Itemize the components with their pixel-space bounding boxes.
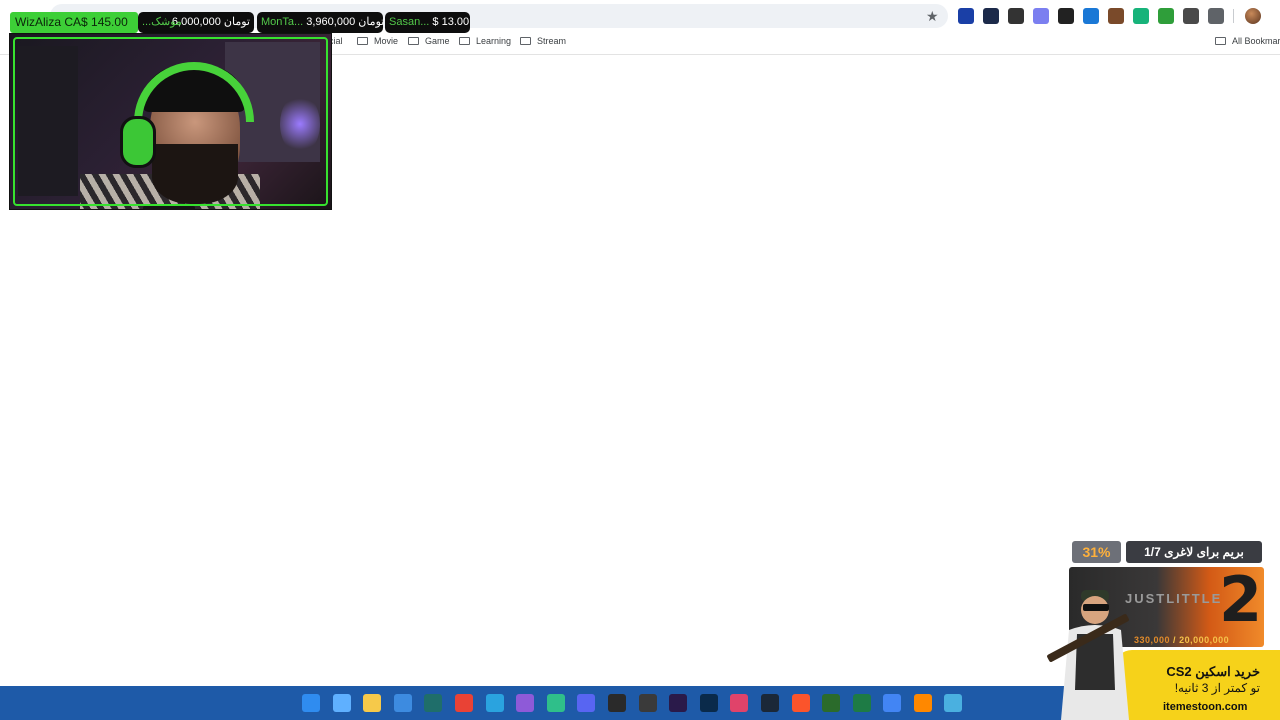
bookmark-label: Learning	[476, 36, 512, 46]
donor-name: MonTa...	[261, 16, 304, 28]
donation-amount: 6,000,000 تومان	[171, 16, 250, 28]
toolbar-divider	[1233, 9, 1234, 23]
photoshop-icon[interactable]	[699, 694, 718, 712]
game-extension-icon[interactable]	[1108, 8, 1124, 24]
bookmark-learning[interactable]: Learning	[459, 36, 511, 46]
donation-amount: 3,960,000 تومان	[306, 16, 385, 28]
windows-start-icon[interactable]	[302, 694, 320, 712]
translate-extension-icon[interactable]	[1033, 8, 1049, 24]
folder-icon	[459, 37, 470, 45]
shield-extension-icon[interactable]	[958, 8, 974, 24]
extensions-row	[958, 8, 1233, 24]
bookmark-label: Game	[425, 36, 450, 46]
ad-price-separator: /	[1170, 635, 1180, 645]
ad-title: بریم برای لاغری 1/7	[1126, 541, 1262, 563]
donation-item: 6,000,000 تومان ...موشک	[138, 12, 254, 33]
obs-icon[interactable]	[607, 694, 626, 712]
winamp-icon[interactable]	[822, 694, 841, 712]
ad-headline: خرید اسکین CS2	[1166, 664, 1260, 679]
donor-name: ...موشک	[142, 16, 182, 28]
leaf-extension-icon[interactable]	[1158, 8, 1174, 24]
gear-extension-icon[interactable]	[1058, 8, 1074, 24]
webcam-frame	[13, 37, 328, 206]
shield-green-extension-icon[interactable]	[1133, 8, 1149, 24]
ad-website[interactable]: itemestoon.com	[1163, 701, 1247, 713]
all-bookmarks-button[interactable]: All Bookmark	[1215, 36, 1280, 46]
chrome-icon[interactable]	[454, 694, 473, 712]
app-icon[interactable]	[424, 694, 443, 712]
puzzle-icon[interactable]	[1208, 8, 1224, 24]
file-explorer-icon[interactable]	[363, 694, 382, 712]
maps-icon[interactable]	[730, 694, 749, 712]
bookmark-label: Stream	[537, 36, 567, 46]
donation-item: WizAliza CA$ 145.00	[10, 12, 138, 33]
vlc-icon[interactable]	[913, 694, 932, 712]
profile-avatar[interactable]	[1245, 8, 1261, 24]
bookmark-label: Movie	[374, 36, 399, 46]
brave-icon[interactable]	[791, 694, 810, 712]
ad-price-new: 20,000,000	[1179, 635, 1230, 645]
bookmark-stream[interactable]: Stream	[520, 36, 566, 46]
webcam-overlay	[9, 33, 332, 210]
capture-extension-icon[interactable]	[1183, 8, 1199, 24]
donation-item: MonTa... 3,960,000 تومان	[257, 12, 385, 33]
visual-studio-icon[interactable]	[516, 694, 535, 712]
ad-subline: تو کمتر از 3 ثانیه!	[1174, 681, 1260, 695]
ad-price: 330,000 / 20,000,000	[1134, 635, 1229, 645]
ad-price-old: 330,000	[1134, 635, 1171, 645]
telegram-icon[interactable]	[485, 694, 504, 712]
ms-store-icon[interactable]	[393, 694, 412, 712]
excel-icon[interactable]	[852, 694, 871, 712]
app-red-dot-icon[interactable]	[638, 694, 657, 712]
donor-name: Sasan...	[389, 16, 430, 28]
ad-site-label: itemestoon.com	[1163, 701, 1248, 713]
donation-amount: CA$ 145.00	[64, 15, 128, 29]
folder-icon	[1215, 37, 1226, 45]
taskbar-icons	[302, 694, 975, 712]
bookmark-game[interactable]: Game	[408, 36, 450, 46]
folder-icon	[520, 37, 531, 45]
notepad-icon[interactable]	[944, 694, 963, 712]
ad-percent-badge: 31%	[1072, 541, 1121, 563]
slash-extension-icon[interactable]	[1008, 8, 1024, 24]
discord-icon[interactable]	[577, 694, 596, 712]
diamond-extension-icon[interactable]	[1083, 8, 1099, 24]
screen-extension-icon[interactable]	[983, 8, 999, 24]
ad-big-number: 2	[1219, 567, 1263, 636]
edge-icon[interactable]	[546, 694, 565, 712]
donation-amount: $ 13.00	[432, 16, 470, 28]
folder-icon	[408, 37, 419, 45]
chrome-alt-icon[interactable]	[883, 694, 902, 712]
ad-banner-text: JUSTLITTLE	[1125, 591, 1223, 606]
donation-item: Sasan... $ 13.00	[385, 12, 470, 33]
folder-icon	[357, 37, 368, 45]
premiere-icon[interactable]	[669, 694, 688, 712]
steam-icon[interactable]	[760, 694, 779, 712]
donor-name: WizAliza	[15, 15, 62, 29]
copilot-icon[interactable]	[332, 694, 351, 712]
webcam-frame-accent	[143, 206, 195, 210]
bookmark-movie[interactable]: Movie	[357, 36, 398, 46]
all-bookmarks-label: All Bookmark	[1232, 36, 1280, 46]
ad-soldier-image	[1047, 590, 1129, 720]
bookmark-star-icon[interactable]: ★	[926, 8, 939, 24]
